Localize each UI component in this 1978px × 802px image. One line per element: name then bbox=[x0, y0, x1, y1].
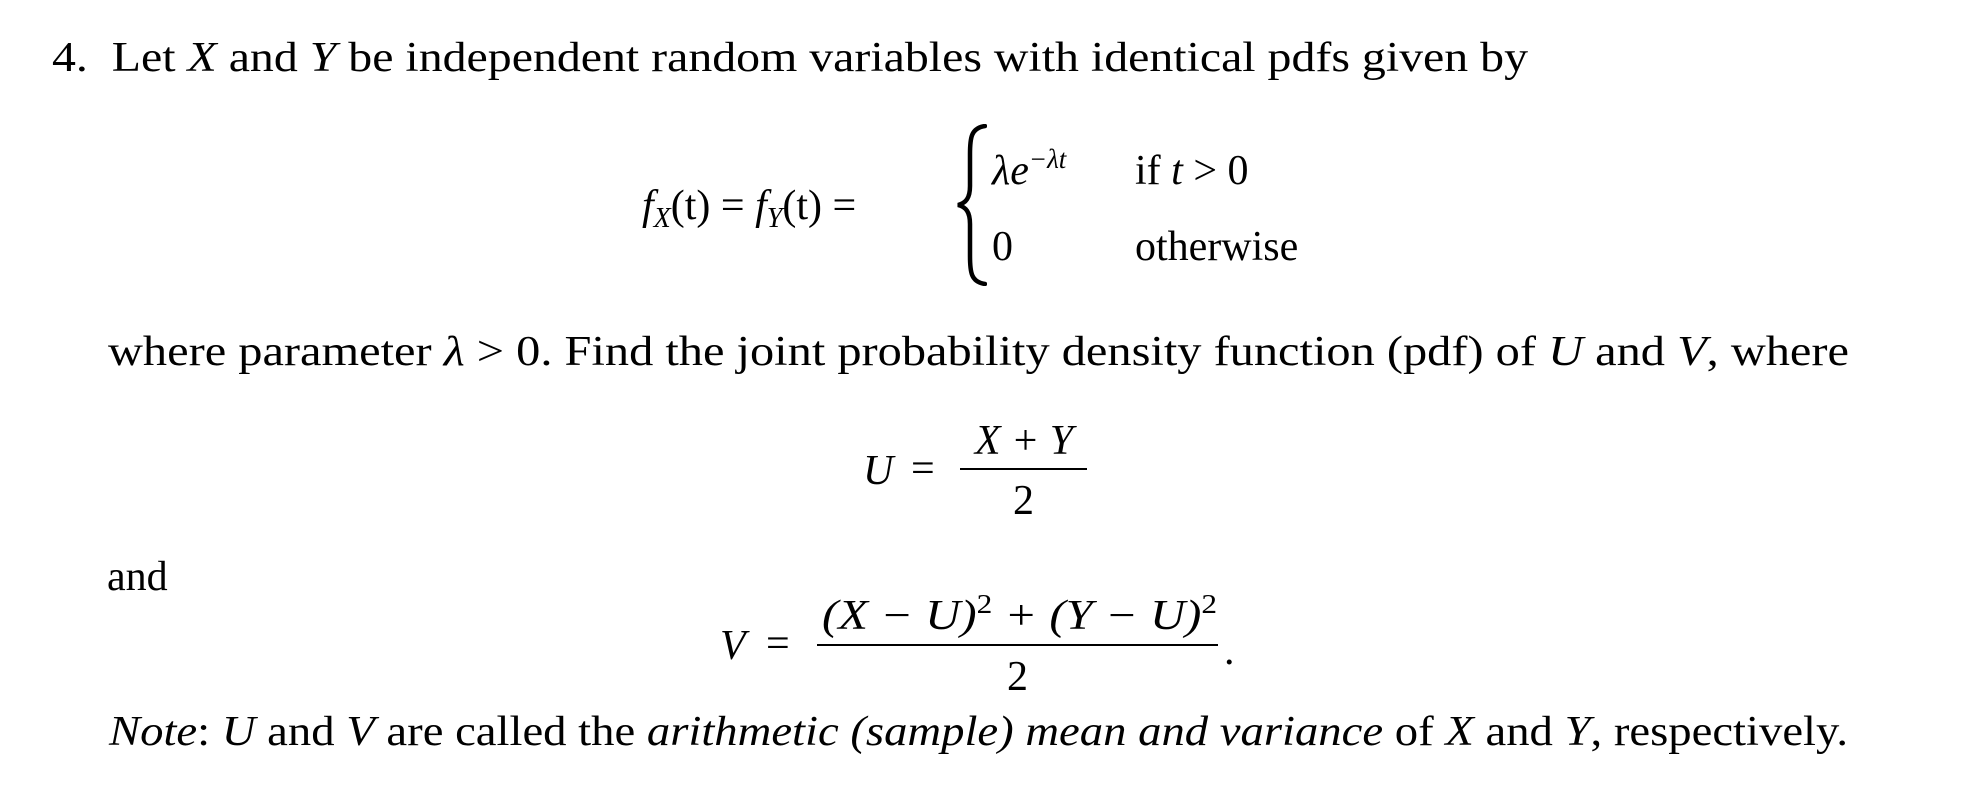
text: and bbox=[255, 709, 347, 755]
lambda: λ bbox=[443, 329, 465, 375]
f-symbol: f bbox=[642, 183, 654, 229]
v-numerator: (X − U)2 + (Y − U)2 bbox=[822, 591, 1217, 639]
condition-rest: > 0 bbox=[1182, 148, 1249, 194]
v-equals: = bbox=[766, 621, 790, 667]
u-denominator: 2 bbox=[1013, 478, 1034, 524]
num-part: (X − U) bbox=[822, 593, 977, 639]
v-lhs: V bbox=[720, 623, 746, 669]
note-line: Note: U and V are called the arithmetic … bbox=[109, 711, 1848, 753]
text: and bbox=[1583, 329, 1678, 375]
intro-text: be independent random variables with ide… bbox=[336, 35, 1529, 81]
subscript-y: Y bbox=[766, 203, 783, 234]
var-y: Y bbox=[309, 35, 337, 81]
subscript-x: X bbox=[653, 203, 671, 234]
var-u: U bbox=[221, 709, 256, 755]
u-fraction-bar bbox=[960, 468, 1087, 470]
case2-value: 0 bbox=[992, 224, 1013, 270]
square: 2 bbox=[976, 589, 993, 619]
text: are called the bbox=[374, 709, 647, 755]
lambda-e: λe bbox=[992, 148, 1029, 194]
intro-text: Let bbox=[111, 35, 188, 81]
square: 2 bbox=[1201, 589, 1217, 619]
arg: (t) = bbox=[782, 183, 857, 229]
var-x: X bbox=[1445, 709, 1474, 755]
u-equals: = bbox=[911, 446, 935, 492]
pdf-lhs: fX(t) = fY(t) = bbox=[642, 183, 857, 233]
text: and bbox=[1473, 709, 1565, 755]
emphasis-text: arithmetic (sample) mean and variance bbox=[646, 709, 1384, 755]
u-numerator: X + Y bbox=[974, 418, 1074, 464]
exponent: −λt bbox=[1028, 144, 1067, 174]
text: where parameter bbox=[108, 329, 444, 375]
case1-condition: if t > 0 bbox=[1135, 150, 1249, 192]
var-v: V bbox=[1677, 329, 1707, 375]
note-label: Note bbox=[109, 709, 198, 755]
u-lhs: U bbox=[863, 448, 894, 494]
f-symbol: f bbox=[755, 183, 767, 229]
problem-number: 4. bbox=[52, 35, 88, 81]
left-brace-icon bbox=[957, 124, 987, 286]
case2-condition: otherwise bbox=[1135, 224, 1299, 270]
problem-intro-line: 4. Let X and Y be independent random var… bbox=[52, 37, 1528, 79]
var-x: X bbox=[187, 35, 217, 81]
if-word: if bbox=[1135, 148, 1172, 194]
v-denominator: 2 bbox=[1007, 654, 1028, 700]
text: of bbox=[1383, 709, 1446, 755]
var-u: U bbox=[1548, 329, 1584, 375]
text: , where bbox=[1706, 329, 1849, 375]
where-line: where parameter λ > 0. Find the joint pr… bbox=[108, 331, 1849, 373]
case1-value: λe−λt bbox=[992, 146, 1066, 194]
intro-text: and bbox=[216, 35, 310, 81]
arg: (t) = bbox=[670, 183, 756, 229]
var-y: Y bbox=[1564, 709, 1591, 755]
and-word: and bbox=[107, 554, 168, 600]
v-fraction-bar bbox=[817, 644, 1218, 646]
text: : bbox=[197, 709, 222, 755]
var-t: t bbox=[1171, 148, 1183, 194]
v-period: . bbox=[1224, 628, 1235, 674]
text: > 0. Find the joint probability density … bbox=[464, 329, 1549, 375]
num-part: + (Y − U) bbox=[992, 593, 1202, 639]
text: , respectively. bbox=[1590, 709, 1848, 755]
var-v: V bbox=[346, 709, 375, 755]
